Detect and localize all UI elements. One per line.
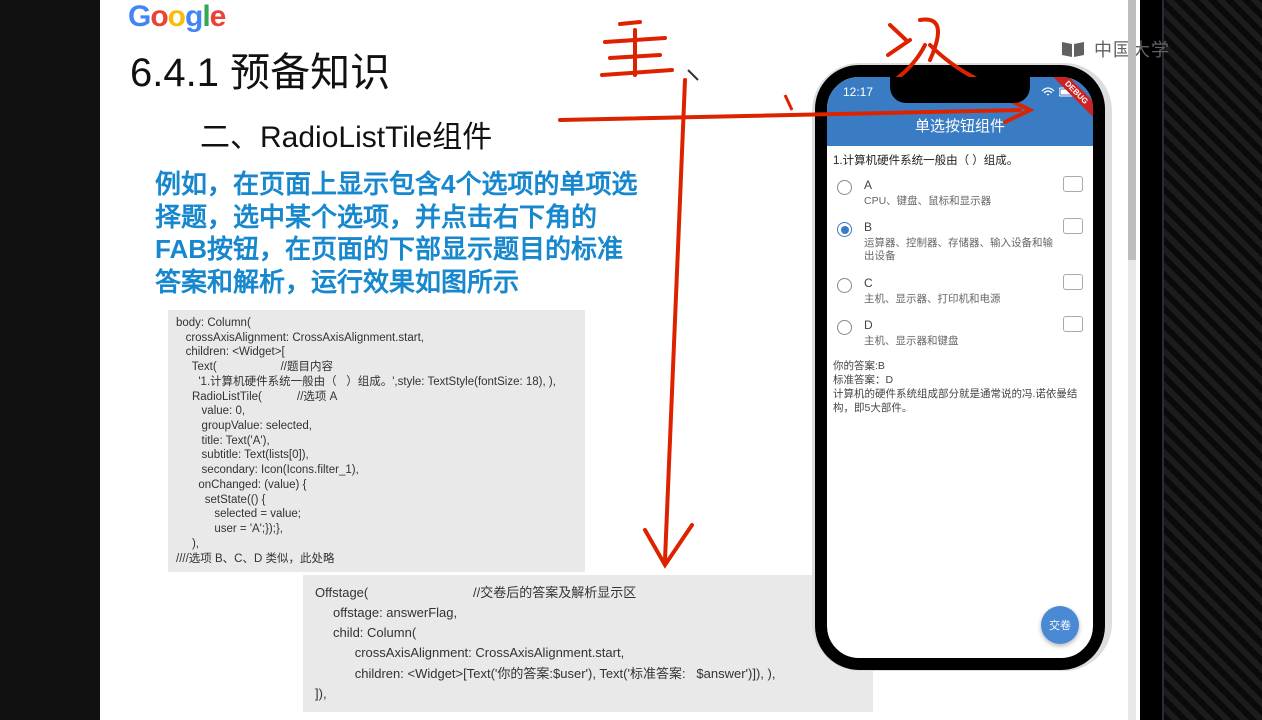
- analysis-text: 计算机的硬件系统组成部分就是通常说的冯.诺依曼结构，即5大部件。: [833, 387, 1087, 415]
- radio-icon: [837, 278, 852, 293]
- google-logo: Google: [128, 0, 225, 34]
- phone-mockup: DEBUG 12:17 单选按钮组件 1.计算机硬件系统一般由（ ）组成。 AC…: [815, 65, 1105, 670]
- filter-icon: [1065, 178, 1083, 192]
- slide-content: 中国大学 Google 6.4.1 预备知识 二、RadioListTile组件…: [100, 0, 1140, 720]
- option-d[interactable]: D主机、显示器和键盘: [827, 312, 1093, 354]
- subsection-title: 二、RadioListTile组件: [200, 112, 492, 156]
- site-watermark: 中国大学: [1060, 36, 1170, 62]
- option-a[interactable]: ACPU、键盘、鼠标和显示器: [827, 172, 1093, 214]
- question-text: 1.计算机硬件系统一般由（ ）组成。: [827, 146, 1093, 172]
- radio-icon: [837, 222, 852, 237]
- radio-icon: [837, 320, 852, 335]
- scrollbar-track[interactable]: [1128, 0, 1136, 720]
- standard-answer: 标准答案：D: [833, 373, 1087, 387]
- example-description: 例如，在页面上显示包含4个选项的单项选择题，选中某个选项，并点击右下角的FAB按…: [155, 168, 645, 298]
- phone-notch: [890, 77, 1030, 103]
- answer-block: 你的答案:B 标准答案：D 计算机的硬件系统组成部分就是通常说的冯.诺依曼结构，…: [827, 355, 1093, 420]
- filter-icon: [1065, 276, 1083, 290]
- fab-submit[interactable]: 交卷: [1041, 606, 1079, 644]
- scrollbar-thumb[interactable]: [1128, 0, 1136, 260]
- code-snippet-1: body: Column( crossAxisAlignment: CrossA…: [168, 310, 585, 572]
- video-letterbox-left: [0, 0, 100, 720]
- video-letterbox-right: [1162, 0, 1262, 720]
- code-snippet-2: Offstage( //交卷后的答案及解析显示区 offstage: answe…: [303, 575, 873, 712]
- status-time: 12:17: [843, 85, 873, 99]
- filter-icon: [1065, 318, 1083, 332]
- debug-ribbon: DEBUG: [1033, 77, 1093, 137]
- option-b[interactable]: B运算器、控制器、存储器、输入设备和输出设备: [827, 214, 1093, 270]
- book-icon: [1060, 39, 1088, 59]
- section-number-title: 6.4.1 预备知识: [130, 40, 390, 98]
- option-c[interactable]: C主机、显示器、打印机和电源: [827, 270, 1093, 312]
- filter-icon: [1065, 220, 1083, 234]
- radio-icon: [837, 180, 852, 195]
- your-answer: 你的答案:B: [833, 359, 1087, 373]
